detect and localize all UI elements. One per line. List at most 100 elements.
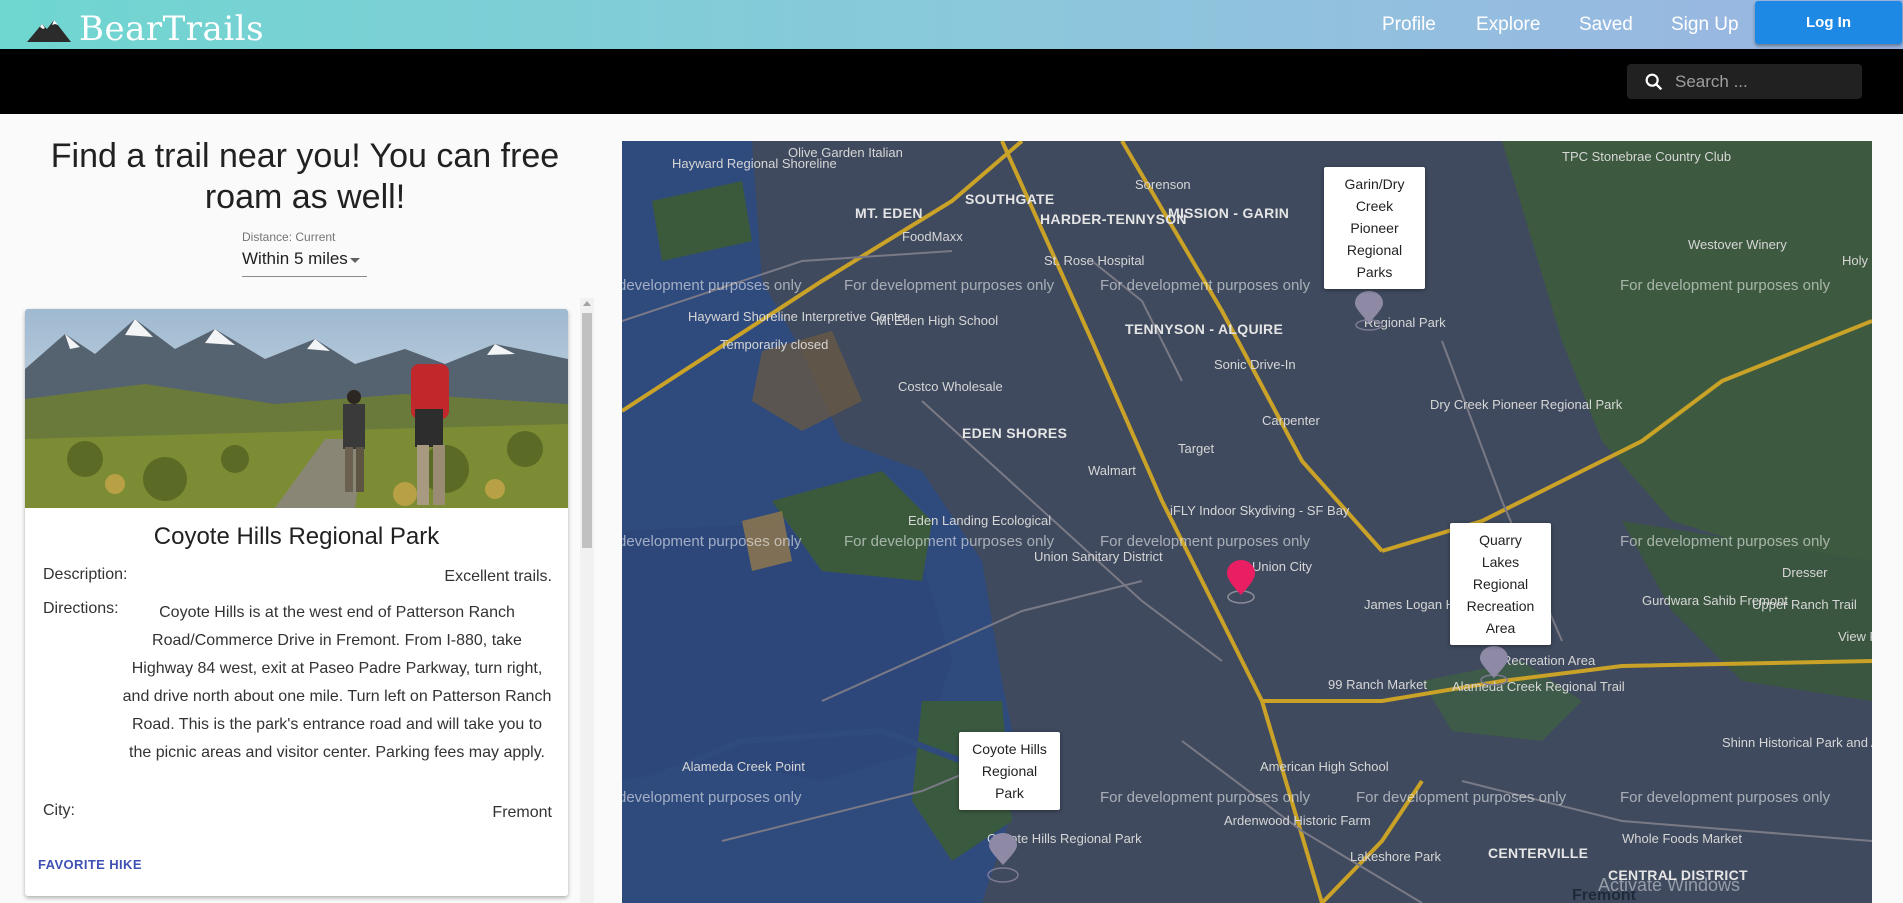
map-watermark: development purposes only <box>622 533 802 550</box>
map-watermark: For development purposes only <box>1356 789 1567 806</box>
map-watermark: For development purposes only <box>1620 789 1831 806</box>
map-place-label: Westover Winery <box>1688 237 1787 252</box>
map-watermark: For development purposes only <box>1100 789 1311 806</box>
info-line: Recreation <box>1466 598 1535 614</box>
mountain-icon <box>27 20 71 42</box>
map-place-label: TPC Stonebrae Country Club <box>1562 149 1732 164</box>
map-place-label: Carpenter <box>1262 413 1320 428</box>
favorite-hike-button[interactable]: FAVORITE HIKE <box>38 857 142 872</box>
info-line: Regional <box>1472 576 1529 592</box>
map-place-label: SOUTHGATE <box>965 191 1055 207</box>
nav-link-explore[interactable]: Explore <box>1476 14 1540 36</box>
brand-logo[interactable]: BearTrails <box>25 4 264 54</box>
directions-value: Coyote Hills is at the west end of Patte… <box>122 604 552 761</box>
search-box[interactable] <box>1627 64 1862 99</box>
map-place-label: Recreation Area <box>1502 653 1596 668</box>
scrollbar-thumb[interactable] <box>582 313 592 548</box>
map-place-label: CENTERVILLE <box>1488 845 1589 861</box>
map-place-label: Costco Wholesale <box>898 379 1003 394</box>
info-line: Quarry <box>1479 532 1522 548</box>
map-info-window[interactable]: Quarry Lakes Regional Recreation Area <box>1450 523 1551 645</box>
map-place-label: Sonic Drive-In <box>1214 357 1296 372</box>
map-place-label: Sorenson <box>1135 177 1191 192</box>
map-info-window[interactable]: Coyote Hills Regional Park <box>959 732 1060 810</box>
map-place-label: Dresser <box>1782 565 1828 580</box>
map-place-label: MT. EDEN <box>855 205 923 221</box>
nav-link-profile[interactable]: Profile <box>1382 14 1436 36</box>
nav-item-explore[interactable]: Explore <box>1476 0 1540 49</box>
info-line: Parks <box>1356 264 1393 280</box>
map-place-label: iFLY Indoor Skydiving - SF Bay <box>1170 503 1350 518</box>
info-line: Garin/Dry <box>1344 176 1405 192</box>
map-watermark: development purposes only <box>622 277 802 294</box>
map-place-label: Ardenwood Historic Farm <box>1224 813 1371 828</box>
info-line: Lakes <box>1481 554 1520 570</box>
map-place-label: Olive Garden Italian <box>788 145 903 160</box>
brand-name: BearTrails <box>79 9 265 49</box>
map-info-window[interactable]: Garin/Dry Creek Pioneer Regional Parks <box>1324 167 1425 289</box>
distance-select[interactable]: Within 5 miles <box>242 249 367 277</box>
search-icon <box>1645 73 1663 90</box>
app-bar: BearTrails Profile Explore Saved Sign Up… <box>0 0 1903 49</box>
scrollbar[interactable] <box>580 298 594 903</box>
info-line: Area <box>1485 620 1516 636</box>
map-place-label: FoodMaxx <box>902 229 963 244</box>
toolbar <box>0 49 1903 114</box>
map-place-label: Hayward Shoreline Interpretive Center <box>688 309 910 324</box>
map-place-label: MISSION - GARIN <box>1168 205 1290 221</box>
map-place-label: Gurdwara Sahib Fremont <box>1642 593 1788 608</box>
map-place-label: St. Rose Hospital <box>1044 253 1145 268</box>
map-place-label: Lakeshore Park <box>1350 849 1442 864</box>
map-place-label: Shinn Historical Park and Arboretum <box>1722 735 1872 750</box>
map-place-label: HARDER-TENNYSON <box>1040 211 1187 227</box>
scroll-up-icon[interactable] <box>583 301 591 306</box>
nav-item-signup[interactable]: Sign Up <box>1671 0 1739 49</box>
directions-label: Directions: <box>43 600 119 617</box>
description-label: Description: <box>43 566 128 583</box>
nav-item-saved[interactable]: Saved <box>1579 0 1633 49</box>
map-place-label: Temporarily closed <box>720 337 829 352</box>
map-place-label: Union City <box>1252 559 1312 574</box>
description-value: Excellent trails. <box>444 568 552 585</box>
info-line: Pioneer <box>1350 220 1399 236</box>
nav-link-signup[interactable]: Sign Up <box>1671 14 1739 36</box>
trail-image <box>25 309 568 508</box>
map-place-label: Whole Foods Market <box>1622 831 1742 846</box>
map-watermark: For development purposes only <box>1100 277 1311 294</box>
os-activation-overlay: Activate Windows <box>1598 875 1741 895</box>
map-marker-selected[interactable] <box>1224 559 1258 605</box>
map[interactable]: development purposes only For developmen… <box>622 141 1872 903</box>
map-watermark: For development purposes only <box>1100 533 1311 550</box>
map-place-label: Eden Landing Ecological <box>908 513 1052 528</box>
info-line: Coyote Hills <box>972 741 1047 757</box>
city-label: City: <box>43 802 75 819</box>
info-line: Park <box>995 785 1024 801</box>
map-watermark: For development purposes only <box>1620 533 1831 550</box>
map-place-label: View Pc <box>1838 629 1872 644</box>
map-marker[interactable] <box>1477 646 1511 686</box>
map-place-label: EDEN SHORES <box>962 425 1068 441</box>
info-line: Creek <box>1355 198 1394 214</box>
distance-value: Within 5 miles <box>242 249 348 268</box>
map-watermark: For development purposes only <box>844 533 1055 550</box>
info-line: Regional <box>981 763 1038 779</box>
login-button[interactable]: Log In <box>1755 1 1902 44</box>
caret-down-icon <box>350 258 360 263</box>
map-watermark: For development purposes only <box>1620 277 1831 294</box>
page-title: Find a trail near you! You can free roam… <box>50 137 560 216</box>
map-place-label: TENNYSON - ALQUIRE <box>1125 321 1284 337</box>
map-place-label: Holy Orth <box>1842 253 1872 268</box>
trail-card: Coyote Hills Regional Park Description: … <box>25 309 568 896</box>
distance-label: Distance: Current <box>242 230 336 244</box>
map-place-label: 99 Ranch Market <box>1328 677 1427 692</box>
map-watermark: For development purposes only <box>844 277 1055 294</box>
search-input[interactable] <box>1675 71 1845 92</box>
map-place-label: Union Sanitary District <box>1034 549 1163 564</box>
nav-link-saved[interactable]: Saved <box>1579 14 1633 36</box>
map-marker[interactable] <box>986 833 1020 883</box>
map-place-label: Target <box>1178 441 1215 456</box>
city-value: Fremont <box>492 804 552 821</box>
map-marker[interactable] <box>1352 291 1386 331</box>
map-place-label: American High School <box>1260 759 1389 774</box>
nav-item-profile[interactable]: Profile <box>1382 0 1436 49</box>
